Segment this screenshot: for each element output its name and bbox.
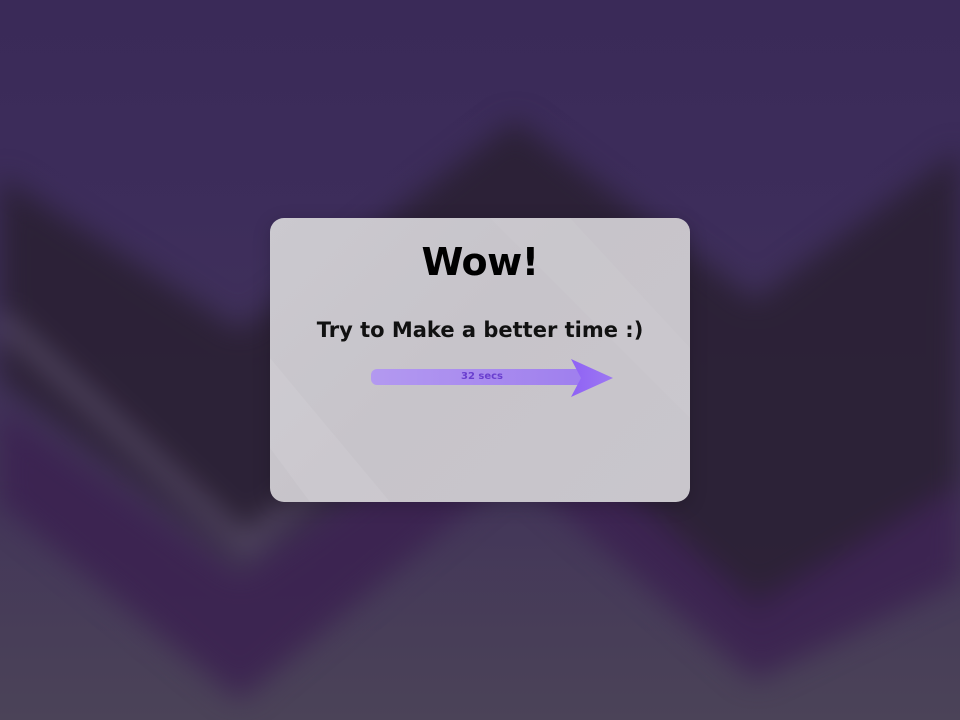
game-screen: Wow! Try to Make a better time :) 32 sec… xyxy=(0,0,960,720)
time-indicator: 32 secs xyxy=(371,359,613,399)
dialog-message: Try to Make a better time :) xyxy=(316,318,644,342)
dialog-title: Wow! xyxy=(421,240,539,284)
result-dialog: Wow! Try to Make a better time :) 32 sec… xyxy=(270,218,690,502)
time-label: 32 secs xyxy=(460,371,503,382)
